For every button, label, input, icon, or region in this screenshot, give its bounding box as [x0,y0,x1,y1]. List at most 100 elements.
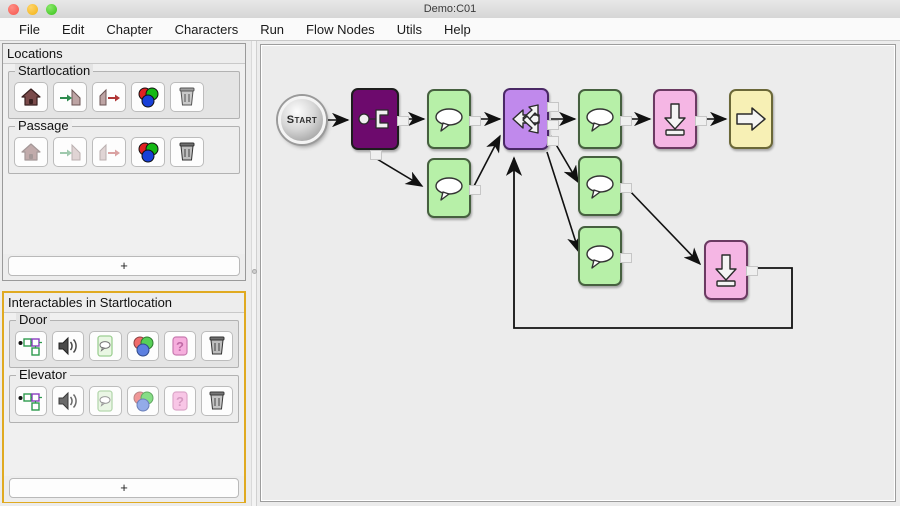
help-icon-button[interactable]: ? [163,386,196,416]
trash-icon-button[interactable] [170,137,204,167]
speech-icon [586,245,614,269]
menu-flow-nodes[interactable]: Flow Nodes [295,20,386,39]
node-port-out[interactable] [370,150,382,160]
trash-icon [179,87,195,106]
graph-node-dialogue-2[interactable] [427,158,481,218]
exit-location-icon [99,143,120,161]
node-port-out[interactable] [547,102,559,112]
locations-panel-title: Locations [3,44,245,63]
add-interactable-button[interactable]: + [9,478,239,498]
splitter-grip[interactable] [252,269,257,274]
merge-icon [512,104,540,134]
interactable-item-door[interactable]: Door ? [9,313,239,368]
flow-graph-icon [18,393,43,411]
speaker-icon-button[interactable] [52,386,85,416]
menu-run[interactable]: Run [249,20,295,39]
flow-graph-icon [18,338,43,356]
trash-icon-button[interactable] [200,386,234,416]
menu-characters[interactable]: Characters [164,20,250,39]
home-icon-button[interactable] [14,137,48,167]
graph-node-branch[interactable] [503,88,559,150]
help-icon: ? [172,391,188,411]
graph-node-dialogue-5[interactable] [578,226,632,286]
trash-icon [209,391,225,410]
exit-location-icon [99,88,120,106]
enter-location-icon [60,88,81,106]
graph-node-start[interactable]: Start [278,96,326,144]
locations-footer: + [3,254,245,280]
color-circles-icon [133,336,154,357]
graph-node-fork[interactable] [351,88,409,160]
location-item-passage[interactable]: Passage [8,119,240,174]
graph-node-jump[interactable] [729,89,773,149]
speaker-icon-button[interactable] [52,331,85,361]
color-circles-icon-button[interactable] [126,331,159,361]
trash-icon-button[interactable] [200,331,234,361]
speech-icon [435,108,463,132]
menu-edit[interactable]: Edit [51,20,95,39]
location-item-startlocation[interactable]: Startlocation [8,64,240,119]
node-port-out[interactable] [620,116,632,126]
help-icon: ? [172,336,188,356]
speech-icon [435,177,463,201]
trash-icon-button[interactable] [170,82,204,112]
enter-location-icon-button[interactable] [53,137,87,167]
node-port-out[interactable] [695,116,707,126]
interactable-item-elevator[interactable]: Elevator ? [9,368,239,423]
locations-panel: Locations Startlocation Passage + [2,43,246,281]
graph-node-dialogue-4[interactable] [578,156,632,216]
node-port-out[interactable] [547,120,559,130]
graph-node-load-1[interactable] [653,89,707,149]
flow-graph-surface[interactable]: Start [262,46,894,500]
node-port-out[interactable] [746,266,758,276]
location-actions [14,82,234,112]
node-port-out[interactable] [620,253,632,263]
node-port-out[interactable] [397,116,409,126]
flow-graph-icon-button[interactable] [15,386,48,416]
trash-icon [209,336,225,355]
location-label: Startlocation [15,64,94,78]
color-circles-icon-button[interactable] [131,82,165,112]
interactables-panel-title: Interactables in Startlocation [4,293,244,312]
menu-chapter[interactable]: Chapter [95,20,163,39]
speech-icon [586,108,614,132]
color-circles-icon-button[interactable] [131,137,165,167]
exit-location-icon-button[interactable] [92,137,126,167]
interactable-actions: ? [15,386,234,416]
interactables-panel: Interactables in Startlocation Door ? El… [2,291,246,503]
menu-utils[interactable]: Utils [386,20,433,39]
graph-node-dialogue-3[interactable] [578,89,632,149]
interactable-actions: ? [15,331,234,361]
left-sidebar: Locations Startlocation Passage + Intera… [0,41,248,506]
graph-node-load-2[interactable] [704,240,758,300]
node-port-out[interactable] [547,136,559,146]
dialog-icon-button[interactable] [89,331,122,361]
graph-node-dialogue-1[interactable] [427,89,481,149]
add-location-button[interactable]: + [8,256,240,276]
exit-location-icon-button[interactable] [92,82,126,112]
dialog-icon-button[interactable] [89,386,122,416]
dialog-icon [97,335,114,357]
node-port-out[interactable] [469,185,481,195]
download-icon [715,254,737,287]
home-icon [21,143,41,161]
start-icon: Start [286,114,318,126]
menu-file[interactable]: File [8,20,51,39]
node-port-out[interactable] [469,116,481,126]
color-circles-icon-button[interactable] [126,386,159,416]
window-title: Demo:C01 [423,3,477,15]
trash-icon [179,142,195,161]
fork-icon [358,109,389,129]
node-port-out[interactable] [620,183,632,193]
vertical-splitter[interactable] [248,41,260,506]
speaker-icon [58,391,78,411]
flow-graph-icon-button[interactable] [15,331,48,361]
help-icon-button[interactable]: ? [163,331,196,361]
locations-list: Startlocation Passage [3,63,245,254]
speaker-icon [58,336,78,356]
speech-icon [586,175,614,199]
flow-graph-canvas[interactable]: Start [260,44,896,502]
enter-location-icon-button[interactable] [53,82,87,112]
menu-help[interactable]: Help [433,20,482,39]
home-icon-button[interactable] [14,82,48,112]
